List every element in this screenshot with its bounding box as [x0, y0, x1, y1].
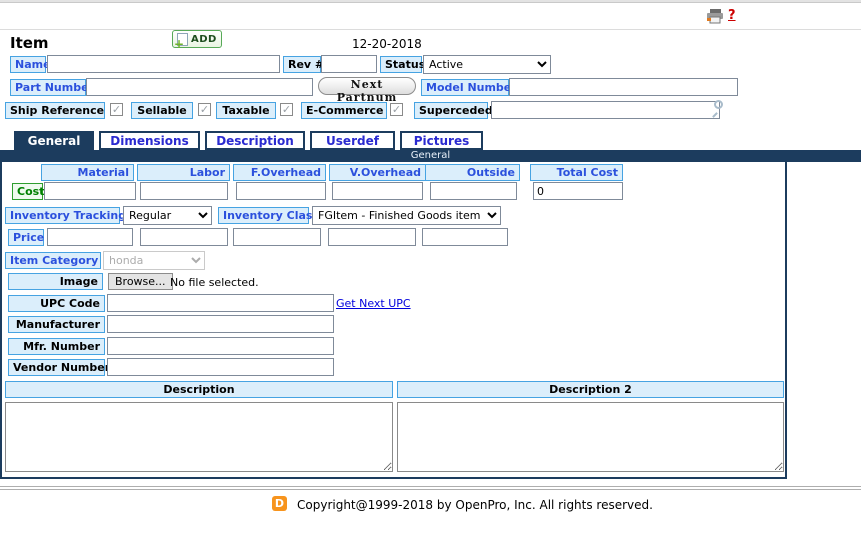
search-icon[interactable]: [714, 100, 723, 109]
model-number-input[interactable]: [509, 78, 738, 96]
cost-totalcost-input[interactable]: [533, 182, 623, 200]
vendor-number-label: Vendor Number: [8, 359, 105, 376]
cost-col-material: Material: [41, 164, 134, 181]
inventory-class-label: Inventory Class: [218, 207, 309, 224]
no-file-text: No file selected.: [170, 276, 259, 289]
item-category-select[interactable]: honda: [103, 251, 205, 270]
footer-divider-top: [0, 486, 861, 487]
tab-dimensions[interactable]: Dimensions: [99, 131, 200, 150]
image-label: Image: [8, 273, 103, 290]
price-input-4[interactable]: [328, 228, 416, 246]
rev-label: Rev #: [283, 56, 321, 73]
cost-col-foverhead: F.Overhead: [233, 164, 326, 181]
cost-foverhead-input[interactable]: [236, 182, 326, 200]
next-partnum-button[interactable]: Next Partnum: [318, 77, 416, 95]
price-label: Price: [8, 229, 44, 246]
footer-divider-bottom: [0, 489, 861, 490]
price-input-3[interactable]: [233, 228, 321, 246]
cost-col-outside: Outside: [425, 164, 520, 181]
ecommerce-checkbox[interactable]: ✓: [390, 103, 403, 116]
cost-col-totalcost: Total Cost: [530, 164, 623, 181]
section-header: General: [0, 150, 861, 162]
add-plus-icon: [177, 33, 188, 46]
get-next-upc-link[interactable]: Get Next UPC: [336, 297, 411, 310]
manufacturer-input[interactable]: [107, 315, 334, 333]
sellable-checkbox[interactable]: ✓: [198, 103, 211, 116]
cost-labor-input[interactable]: [140, 182, 228, 200]
sellable-label: Sellable: [131, 102, 193, 119]
mfr-number-input[interactable]: [107, 337, 334, 355]
mfr-number-label: Mfr. Number: [8, 338, 105, 355]
cost-col-labor: Labor: [137, 164, 230, 181]
price-input-5[interactable]: [422, 228, 508, 246]
cost-outside-input[interactable]: [430, 182, 517, 200]
ship-reference-label: Ship Reference: [5, 102, 105, 119]
taxable-label: Taxable: [216, 102, 276, 119]
item-page: ? Item ADD 12-20-2018 Name Rev # Status …: [0, 0, 861, 553]
tab-userdef[interactable]: Userdef: [310, 131, 395, 150]
upc-code-label: UPC Code: [8, 295, 105, 312]
part-number-label: Part Number: [10, 79, 86, 96]
add-button[interactable]: ADD: [172, 30, 222, 48]
name-input[interactable]: [47, 55, 280, 73]
description-textarea[interactable]: [5, 402, 393, 472]
browse-button[interactable]: Browse...: [108, 273, 173, 290]
ecommerce-label: E-Commerce: [301, 102, 387, 119]
cost-row-label: Cost: [12, 183, 43, 200]
status-label: Status: [380, 56, 422, 73]
help-link[interactable]: ?: [728, 8, 736, 23]
print-icon[interactable]: [706, 9, 724, 27]
inventory-class-select[interactable]: FGItem - Finished Goods item: [312, 206, 501, 225]
rev-input[interactable]: [321, 55, 377, 73]
ship-reference-checkbox[interactable]: ✓: [110, 103, 123, 116]
description2-header: Description 2: [397, 381, 784, 398]
description2-textarea[interactable]: [397, 402, 784, 472]
inventory-tracking-select[interactable]: Regular: [123, 206, 212, 225]
cost-voverhead-input[interactable]: [332, 182, 423, 200]
top-band: [0, 0, 861, 3]
openpro-logo-icon: D: [272, 496, 287, 511]
superceded-input[interactable]: [491, 101, 720, 119]
page-title: Item: [10, 34, 49, 52]
price-input-1[interactable]: [47, 228, 133, 246]
inventory-tracking-label: Inventory Tracking: [5, 207, 120, 224]
item-category-label: Item Category: [5, 252, 101, 269]
description-header: Description: [5, 381, 393, 398]
add-button-label: ADD: [191, 34, 217, 45]
vendor-number-input[interactable]: [107, 358, 334, 376]
upc-code-input[interactable]: [107, 294, 334, 312]
tab-description[interactable]: Description: [205, 131, 305, 150]
manufacturer-label: Manufacturer: [8, 316, 105, 333]
status-select[interactable]: Active: [423, 55, 551, 74]
current-date: 12-20-2018: [352, 37, 422, 51]
taxable-checkbox[interactable]: ✓: [280, 103, 293, 116]
copyright-text: Copyright@1999-2018 by OpenPro, Inc. All…: [297, 498, 653, 512]
cost-material-input[interactable]: [44, 182, 136, 200]
model-number-label: Model Number: [421, 79, 509, 96]
price-input-2[interactable]: [140, 228, 228, 246]
header-divider: [0, 29, 861, 30]
tab-general[interactable]: General: [14, 131, 94, 150]
name-label: Name: [10, 56, 46, 73]
cost-col-voverhead: V.Overhead: [329, 164, 426, 181]
superceded-label: Superceded: [414, 102, 488, 119]
part-number-input[interactable]: [86, 78, 313, 96]
tab-pictures[interactable]: Pictures: [400, 131, 483, 150]
